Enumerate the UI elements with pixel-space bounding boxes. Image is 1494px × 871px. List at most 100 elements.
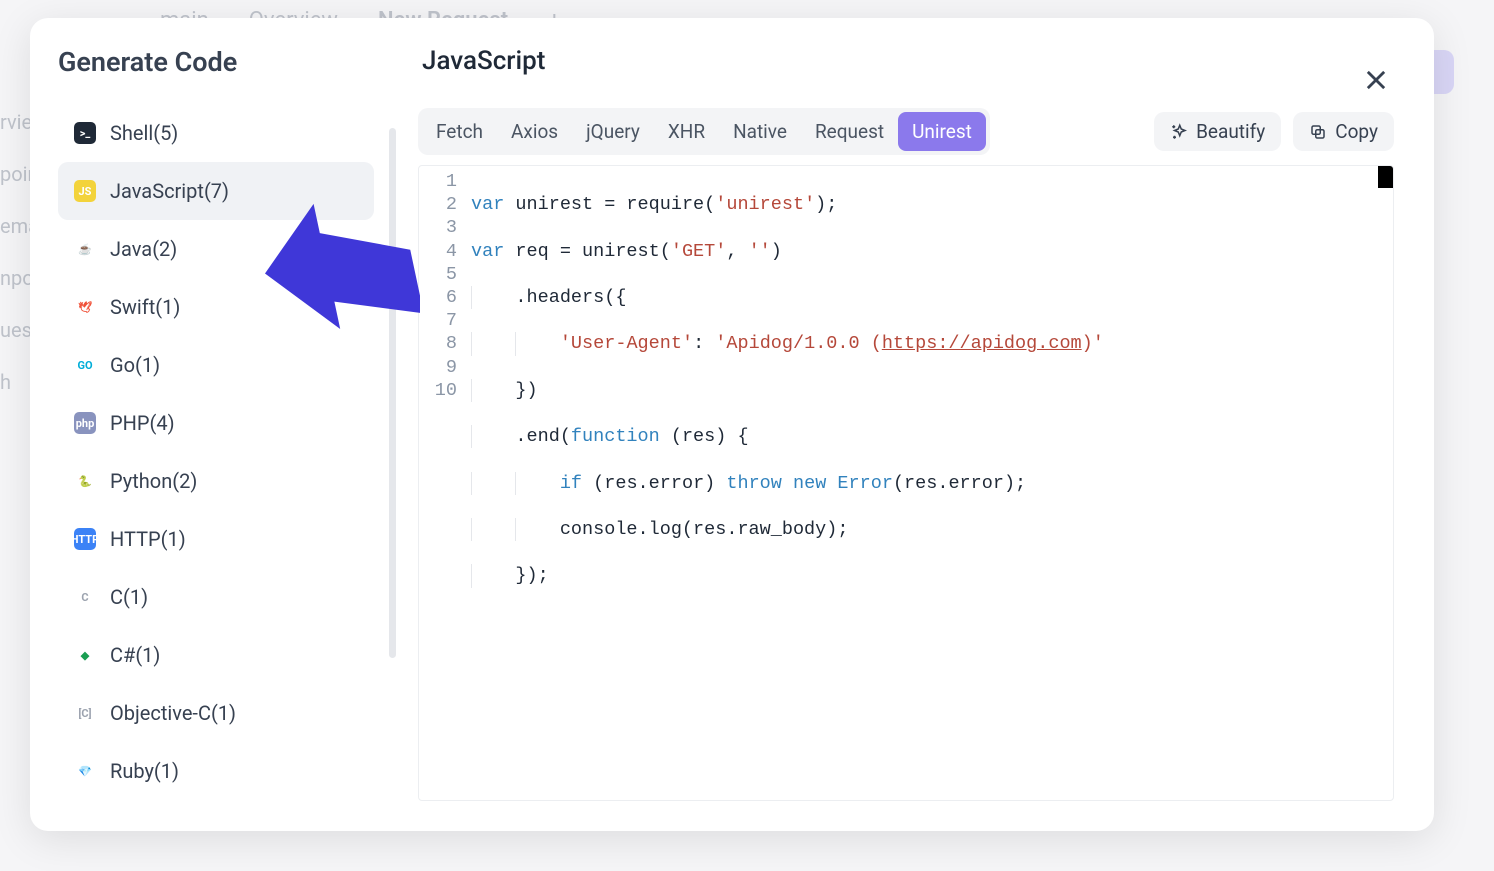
code-toolbar: FetchAxiosjQueryXHRNativeRequestUnirest … <box>418 108 1394 155</box>
language-item-swift[interactable]: 🕊 Swift(1) <box>58 278 374 336</box>
code-token: console.log(res.raw_body); <box>471 519 848 540</box>
copy-button[interactable]: Copy <box>1293 112 1394 151</box>
code-token: 'Apidog/1.0.0 ( <box>715 333 882 354</box>
beautify-label: Beautify <box>1196 120 1265 143</box>
panel-title: JavaScript <box>418 46 1394 76</box>
beautify-button[interactable]: Beautify <box>1154 112 1281 151</box>
line-number: 9 <box>419 356 459 379</box>
language-label: PHP(4) <box>110 411 175 435</box>
language-label: Objective-C(1) <box>110 701 236 725</box>
language-item-c[interactable]: CC(1) <box>58 568 374 626</box>
line-number: 6 <box>419 286 459 309</box>
scrollbar[interactable] <box>389 128 396 658</box>
tab-jquery[interactable]: jQuery <box>572 112 654 151</box>
objective-c-icon: [C] <box>74 702 96 724</box>
code-editor[interactable]: 12345678910 var unirest = require('unire… <box>418 165 1394 801</box>
close-button[interactable] <box>1362 66 1390 94</box>
line-number: 2 <box>419 193 459 216</box>
code-token: (res.error) <box>582 473 726 494</box>
shell-icon: >_ <box>74 122 96 144</box>
line-number: 5 <box>419 263 459 286</box>
code-token: .headers({ <box>471 287 626 308</box>
tab-unirest[interactable]: Unirest <box>898 112 986 151</box>
generate-code-modal: Generate Code >_ Shell(5) JS JavaScript(7) ☕… <box>30 18 1434 831</box>
language-item-go[interactable]: GO Go(1) <box>58 336 374 394</box>
language-sidebar: Generate Code >_ Shell(5) JS JavaScript(7) ☕… <box>30 18 402 831</box>
java-icon: ☕ <box>74 238 96 260</box>
code-token: '' <box>749 241 771 262</box>
language-label: Java(2) <box>110 237 177 261</box>
code-panel: JavaScript FetchAxiosjQueryXHRNativeRequ… <box>402 18 1434 831</box>
http-icon: HTTP <box>74 528 96 550</box>
code-token: 'GET' <box>671 241 727 262</box>
c-icon: C <box>74 586 96 608</box>
language-item-java[interactable]: ☕ Java(2) <box>58 220 374 278</box>
language-item-python[interactable]: 🐍 Python(2) <box>58 452 374 510</box>
go-icon: GO <box>74 354 96 376</box>
code-token: }); <box>471 565 549 586</box>
tab-axios[interactable]: Axios <box>497 112 572 151</box>
close-icon <box>1362 66 1390 94</box>
language-label: Swift(1) <box>110 295 180 319</box>
language-item-objective-c[interactable]: [C] Objective-C(1) <box>58 684 374 742</box>
code-token: ) <box>771 241 782 262</box>
line-number: 7 <box>419 309 459 332</box>
code-token: var <box>471 241 504 262</box>
code-token: Error <box>837 473 893 494</box>
code-token <box>782 473 793 494</box>
ruby-icon: 💎 <box>74 760 96 782</box>
wand-icon <box>1170 123 1188 141</box>
code-token: var <box>471 194 504 215</box>
code-content: var unirest = require('unirest'); var re… <box>471 170 1387 680</box>
c--icon: ◆ <box>74 644 96 666</box>
language-item-php[interactable]: php PHP(4) <box>58 394 374 452</box>
language-item-http[interactable]: HTTP HTTP(1) <box>58 510 374 568</box>
line-number: 4 <box>419 240 459 263</box>
language-label: Shell(5) <box>110 121 178 145</box>
code-token: req = unirest( <box>504 241 671 262</box>
code-token: new <box>793 473 826 494</box>
code-token: )' <box>1082 333 1104 354</box>
code-token <box>826 473 837 494</box>
code-token: (res.error); <box>893 473 1026 494</box>
php-icon: php <box>74 412 96 434</box>
language-item-javascript[interactable]: JS JavaScript(7) <box>58 162 374 220</box>
sidebar-title: Generate Code <box>58 46 374 78</box>
copy-label: Copy <box>1335 120 1378 143</box>
tab-xhr[interactable]: XHR <box>654 112 719 151</box>
code-token: .end( <box>471 426 571 447</box>
language-item-ruby[interactable]: 💎 Ruby(1) <box>58 742 374 800</box>
python-icon: 🐍 <box>74 470 96 492</box>
language-label: Go(1) <box>110 353 160 377</box>
tab-fetch[interactable]: Fetch <box>422 112 497 151</box>
code-token: throw <box>726 473 782 494</box>
code-token: function <box>571 426 660 447</box>
code-token: , <box>726 241 748 262</box>
swift-icon: 🕊 <box>74 296 96 318</box>
code-token: 'User-Agent' <box>560 333 693 354</box>
code-token: : <box>693 333 715 354</box>
language-item-c-[interactable]: ◆ C#(1) <box>58 626 374 684</box>
code-token: if <box>560 473 582 494</box>
line-number: 10 <box>419 379 459 402</box>
language-label: C#(1) <box>110 643 160 667</box>
code-token: ); <box>815 194 837 215</box>
code-token: }) <box>471 380 538 401</box>
code-token: unirest = require( <box>504 194 715 215</box>
line-number: 3 <box>419 216 459 239</box>
code-token: (res) { <box>660 426 749 447</box>
language-label: JavaScript(7) <box>110 179 229 203</box>
language-list: >_ Shell(5) JS JavaScript(7) ☕ Java(2) 🕊 Swift(… <box>58 104 374 800</box>
copy-icon <box>1309 123 1327 141</box>
line-gutter: 12345678910 <box>419 170 459 402</box>
line-number: 8 <box>419 332 459 355</box>
code-token: 'unirest' <box>715 194 815 215</box>
language-label: HTTP(1) <box>110 527 186 551</box>
tab-native[interactable]: Native <box>719 112 801 151</box>
tab-request[interactable]: Request <box>801 112 898 151</box>
language-label: Ruby(1) <box>110 759 179 783</box>
javascript-icon: JS <box>74 180 96 202</box>
language-item-shell[interactable]: >_ Shell(5) <box>58 104 374 162</box>
language-label: Python(2) <box>110 469 197 493</box>
code-token: https://apidog.com <box>882 333 1082 354</box>
